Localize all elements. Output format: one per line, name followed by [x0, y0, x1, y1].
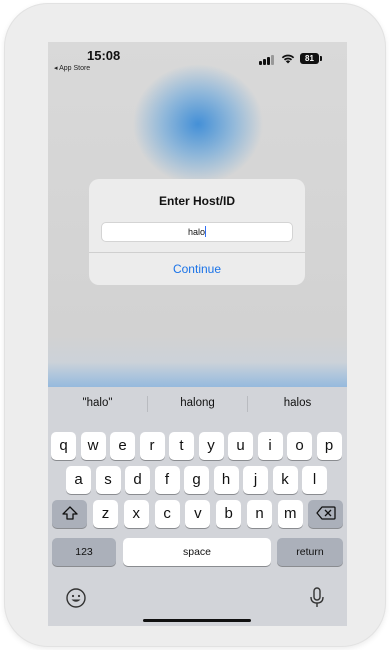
- key-y[interactable]: y: [198, 432, 224, 460]
- key-p[interactable]: p: [316, 432, 342, 460]
- key-d[interactable]: d: [125, 466, 150, 494]
- dialog-title: Enter Host/ID: [158, 194, 235, 208]
- delete-key[interactable]: [308, 500, 343, 528]
- status-time: 15:08: [87, 48, 121, 63]
- suggestion-bar: "halo" halong halos: [48, 387, 347, 420]
- key-s[interactable]: s: [95, 466, 121, 494]
- key-l[interactable]: l: [302, 466, 327, 494]
- key-g[interactable]: g: [184, 466, 209, 494]
- key-x[interactable]: x: [123, 500, 149, 528]
- microphone-icon[interactable]: [309, 586, 325, 610]
- key-f[interactable]: f: [154, 466, 180, 494]
- suggestion-1[interactable]: "halo": [48, 397, 147, 409]
- key-v[interactable]: v: [185, 500, 211, 528]
- suggestion-2[interactable]: halong: [148, 397, 247, 409]
- key-a[interactable]: a: [66, 466, 91, 494]
- key-o[interactable]: o: [287, 432, 312, 460]
- home-indicator[interactable]: [143, 619, 251, 622]
- space-key[interactable]: space: [123, 538, 271, 566]
- wifi-icon: [281, 54, 295, 64]
- suggestion-3[interactable]: halos: [248, 397, 347, 409]
- keyboard: "halo" halong halos qwertyuiop asdfghjkl…: [48, 387, 347, 626]
- continue-button[interactable]: Continue: [89, 253, 305, 285]
- key-c[interactable]: c: [154, 500, 180, 528]
- cellular-signal-icon: [259, 55, 275, 65]
- battery-tip: [320, 56, 322, 61]
- key-q[interactable]: q: [51, 432, 76, 460]
- key-u[interactable]: u: [228, 432, 253, 460]
- key-j[interactable]: j: [243, 466, 268, 494]
- key-h[interactable]: h: [213, 466, 239, 494]
- host-id-input[interactable]: halo: [101, 222, 293, 242]
- key-b[interactable]: b: [216, 500, 242, 528]
- emoji-icon[interactable]: [65, 587, 87, 609]
- key-e[interactable]: e: [110, 432, 135, 460]
- host-id-input-value: halo: [187, 227, 205, 237]
- text-cursor: [205, 226, 206, 237]
- key-r[interactable]: r: [139, 432, 165, 460]
- enter-host-dialog: Enter Host/ID halo Continue: [89, 179, 305, 285]
- key-w[interactable]: w: [80, 432, 106, 460]
- status-bar: 15:08 ◂ App Store 81: [48, 42, 347, 78]
- battery-icon: 81: [300, 53, 319, 64]
- key-k[interactable]: k: [272, 466, 298, 494]
- backspace-icon: [315, 506, 336, 520]
- shift-icon: [61, 506, 78, 520]
- key-z[interactable]: z: [93, 500, 118, 528]
- key-i[interactable]: i: [257, 432, 283, 460]
- numbers-key[interactable]: 123: [52, 538, 116, 566]
- back-to-app-store-link[interactable]: ◂ App Store: [54, 64, 90, 72]
- key-t[interactable]: t: [169, 432, 194, 460]
- key-m[interactable]: m: [277, 500, 303, 528]
- phone-screen: 15:08 ◂ App Store 81 Enter Host/ID halo …: [48, 42, 347, 626]
- key-n[interactable]: n: [247, 500, 272, 528]
- return-key[interactable]: return: [277, 538, 343, 566]
- shift-key[interactable]: [52, 500, 87, 528]
